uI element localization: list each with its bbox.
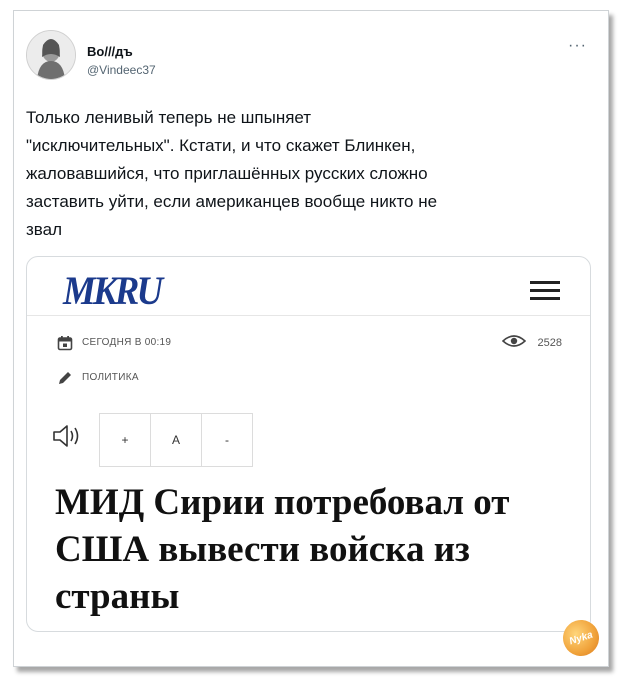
calendar-icon [57, 336, 73, 351]
view-count: 2528 [502, 335, 562, 349]
pencil-icon [59, 372, 71, 384]
avatar-portrait-icon [27, 31, 75, 79]
font-reset-button[interactable]: A [151, 414, 202, 466]
font-increase-button[interactable]: + [100, 414, 151, 466]
watermark-text: Nyka [567, 629, 595, 647]
date-label: СЕГОДНЯ В 00:19 [82, 337, 172, 348]
author-name[interactable]: Во///дъ [87, 44, 133, 59]
author-handle[interactable]: @Vindeec37 [87, 63, 156, 77]
article-headline[interactable]: МИД Сирии потребовал от США вывести войс… [55, 479, 575, 620]
font-size-controls: + A - [99, 413, 253, 467]
header-divider [27, 315, 590, 316]
font-decrease-button[interactable]: - [202, 414, 252, 466]
mkru-logo[interactable]: MKRU [63, 267, 163, 314]
tweet-text: Только ленивый теперь не шпыняет "исключ… [26, 108, 438, 239]
more-options-button[interactable]: ··· [568, 37, 587, 55]
views-value: 2528 [537, 337, 562, 349]
article-card[interactable]: MKRU СЕГОДНЯ В 00:19 2528 ПОЛИТИКА + A -… [26, 256, 591, 632]
category-label: ПОЛИТИКА [82, 372, 139, 383]
avatar[interactable] [26, 30, 76, 80]
eye-icon [502, 335, 526, 347]
hamburger-menu-icon[interactable] [530, 281, 560, 305]
speaker-icon[interactable] [52, 423, 86, 449]
